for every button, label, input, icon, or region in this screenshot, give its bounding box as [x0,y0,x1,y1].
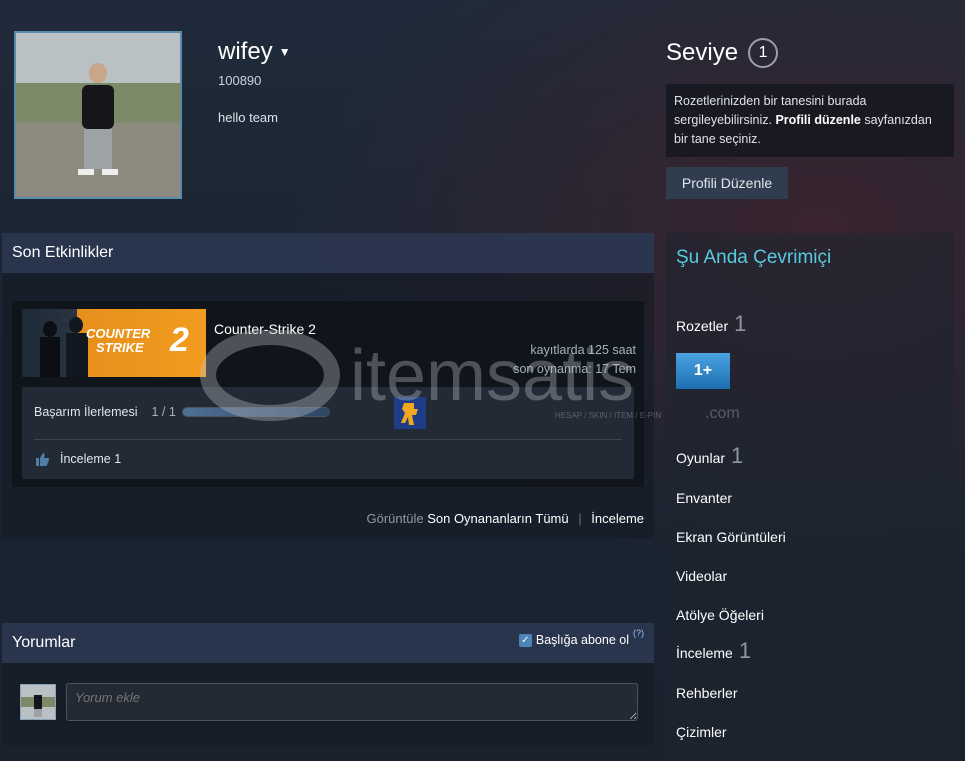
persona-name[interactable]: wifey ▼ [218,38,291,66]
videos-link[interactable]: Videolar [676,568,727,584]
level-header: Seviye 1 [666,38,779,68]
screenshots-link[interactable]: Ekran Görüntüleri [676,529,786,545]
comment-input[interactable] [66,683,638,721]
level-title: Seviye [666,39,739,66]
reviews-sidebar-count: 1 [738,638,752,663]
footer-separator: | [578,511,582,526]
achievement-row[interactable]: Başarım İlerlemesi 1 / 1 [34,405,330,419]
level-info: Rozetlerinizden bir tanesini burada serg… [666,84,954,157]
recent-activity-panel: Son Etkinlikler COUNTER STRIKE 2 Counter… [2,233,654,539]
inventory-link[interactable]: Envanter [676,490,732,506]
banner-text-line-1: COUNTER [86,326,151,341]
game-hours: kayıtlarda 125 saat son oynanma: 17 Tem [513,341,636,379]
subscribe-label: Başlığa abone ol [535,633,629,647]
achievement-progress-bar [181,407,330,417]
guides-link[interactable]: Rehberler [676,685,737,701]
edit-profile-button[interactable]: Profili Düzenle [666,167,788,199]
help-icon[interactable]: (?) [633,628,644,638]
banner-text: COUNTER STRIKE [86,327,150,355]
thumbs-up-icon [36,453,50,466]
online-status: Şu Anda Çevrimiçi [676,247,832,268]
reviews-sidebar-label: İnceleme [676,645,733,661]
workshop-link[interactable]: Atölye Öğeleri [676,607,764,623]
badge-icon[interactable]: 1+ [676,353,730,389]
artwork-link[interactable]: Çizimler [676,724,727,740]
hours-on-record: kayıtlarda 125 saat [530,343,636,357]
games-link[interactable]: Oyunlar 1 [676,443,743,469]
achievement-box: Başarım İlerlemesi 1 / 1 İnceleme 1 [22,387,634,479]
divider [34,439,622,440]
achievement-progress-fill [182,408,329,416]
game-banner[interactable]: COUNTER STRIKE 2 [22,309,206,377]
edit-profile-link[interactable]: Profili düzenle [775,113,860,127]
profile-sidebar: Şu Anda Çevrimiçi Rozetler 1 1+ Oyunlar 1 … [666,233,954,761]
profile-summary: hello team [218,110,278,125]
chevron-down-icon[interactable]: ▼ [279,45,291,59]
level-badge: 1 [748,38,779,68]
badges-count: 1 [734,311,747,336]
banner-text-line-2: STRIKE [96,340,144,355]
games-count: 1 [731,443,744,468]
review-label: İnceleme 1 [60,452,122,466]
friend-code: 100890 [218,73,262,88]
recent-activity-title: Son Etkinlikler [2,233,654,273]
persona-name-text: wifey [218,38,273,65]
achievement-icon[interactable] [394,397,426,429]
banner-number: 2 [170,321,189,359]
all-recently-played-link[interactable]: Son Oynananların Tümü [427,511,568,526]
review-row[interactable]: İnceleme 1 [34,451,121,467]
recent-footer: Görüntüle Son Oynananların Tümü | İncele… [366,511,644,526]
profile-avatar [14,31,182,199]
games-label: Oyunlar [676,450,726,466]
achievement-count: 1 / 1 [151,405,176,419]
subscribe-checkbox[interactable]: ✓ [518,633,532,647]
commenter-avatar [20,684,56,720]
recent-game-card: COUNTER STRIKE 2 Counter-Strike 2 kayıtl… [12,301,644,487]
reviews-link[interactable]: İnceleme [591,511,644,526]
game-name-link[interactable]: Counter-Strike 2 [214,321,316,337]
soldiers-icon [40,317,88,377]
subscribe-toggle[interactable]: ✓ Başlığa abone ol (?) [518,628,644,647]
last-played: son oynanma: 17 Tem [513,362,636,376]
achievement-label: Başarım İlerlemesi [34,405,138,419]
comments-panel: Yorumlar ✓ Başlığa abone ol (?) [2,623,654,745]
badges-label: Rozetler [676,318,729,334]
view-label: Görüntüle [366,511,424,526]
badges-link[interactable]: Rozetler 1 [676,311,746,337]
reviews-sidebar-link[interactable]: İnceleme 1 [676,638,751,664]
